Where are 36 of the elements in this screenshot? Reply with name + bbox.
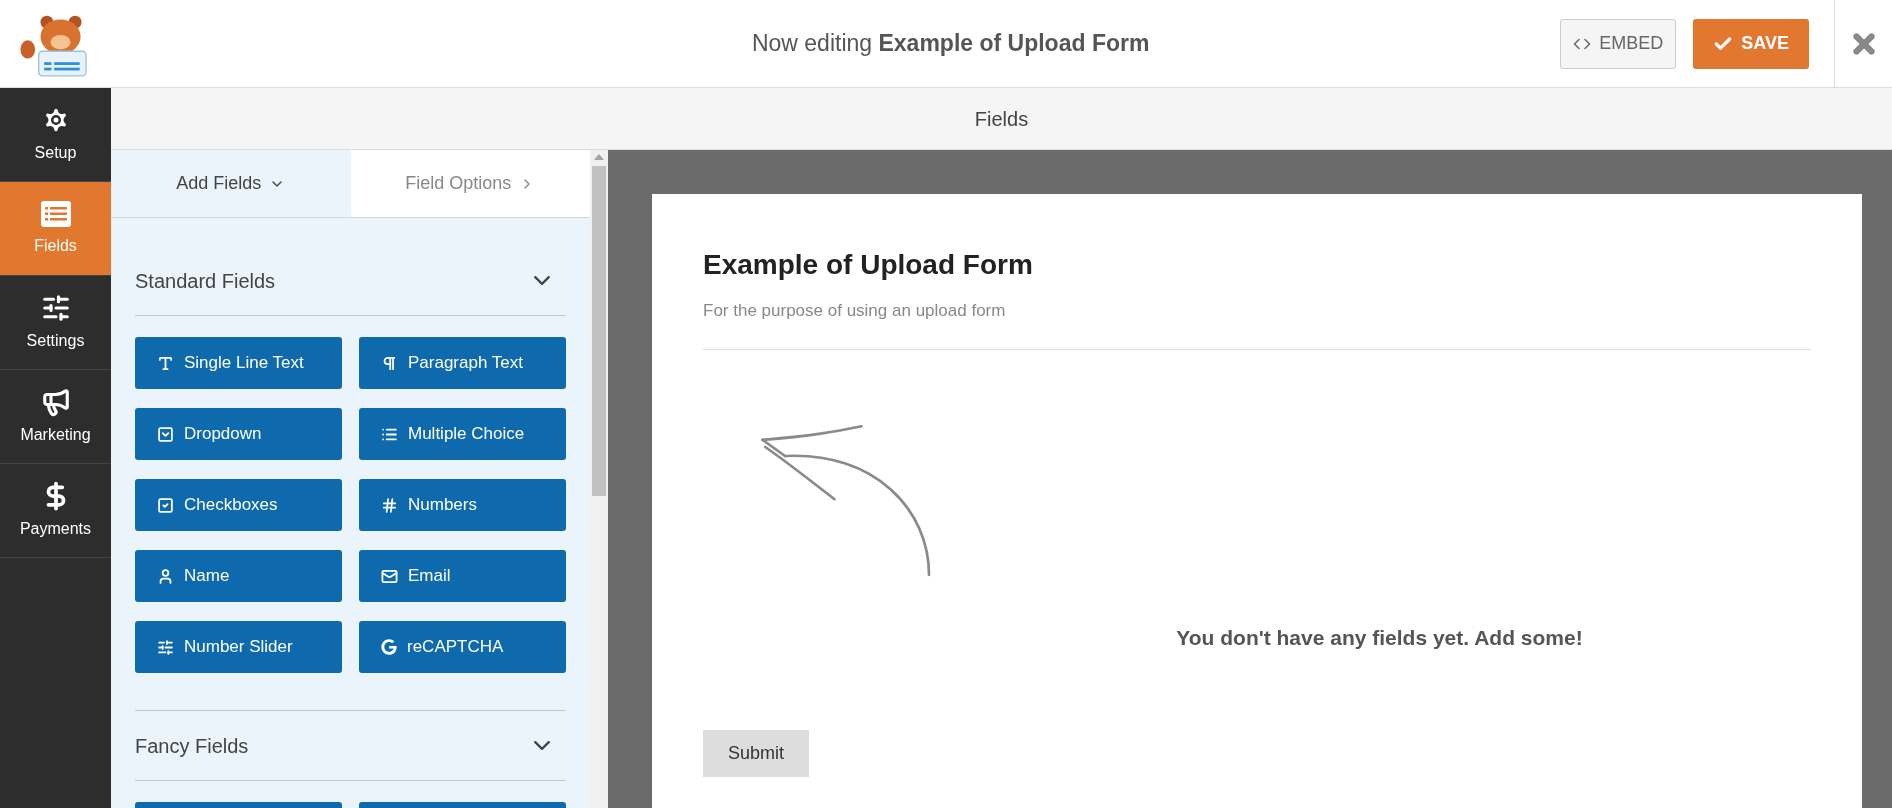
sliders-icon: [40, 292, 71, 323]
section-header[interactable]: Fancy Fields: [135, 711, 566, 781]
megaphone-icon: [40, 386, 71, 417]
field-button[interactable]: Multiple Choice: [359, 408, 566, 460]
field-button[interactable]: Checkboxes: [135, 479, 342, 531]
sidebar-item[interactable]: Fields: [0, 182, 111, 276]
field-button[interactable]: Numbers: [359, 479, 566, 531]
form-description: For the purpose of using an upload form: [703, 300, 1007, 322]
chevron-down-icon: [534, 741, 550, 750]
sliders-icon: [157, 638, 174, 656]
form-title: Example of Upload Form: [703, 248, 1034, 282]
mail-icon: [381, 567, 398, 585]
section-header[interactable]: Standard Fields: [135, 246, 566, 316]
editing-title: Now editing Example of Upload Form: [751, 29, 1150, 59]
empty-message: You don't have any fields yet. Add some!: [1176, 625, 1583, 651]
hash-icon: [381, 496, 398, 514]
save-button[interactable]: SAVE: [1693, 18, 1809, 69]
google-icon: [381, 639, 397, 655]
embed-button[interactable]: EMBED: [1560, 18, 1677, 69]
text-icon: [157, 354, 174, 372]
field-button[interactable]: Paragraph Text: [359, 337, 566, 389]
toolbar-title: Fields: [974, 106, 1029, 132]
field-button[interactable]: Dropdown: [135, 408, 342, 460]
field-button[interactable]: Single Line Text: [135, 337, 342, 389]
field-button[interactable]: Email: [359, 550, 566, 602]
dropdown-icon: [157, 425, 174, 443]
list-icon: [39, 199, 72, 228]
chevron-down-icon: [534, 276, 550, 285]
pilcrow-icon: [381, 354, 398, 372]
user-icon: [157, 567, 174, 585]
field-button[interactable]: Name: [135, 550, 342, 602]
submit-button[interactable]: Submit: [703, 729, 810, 777]
field-button[interactable]: reCAPTCHA: [359, 621, 566, 673]
panel-tab[interactable]: Field Options: [350, 150, 590, 217]
checkbox-icon: [157, 496, 174, 514]
field-button[interactable]: Number Slider: [135, 621, 342, 673]
